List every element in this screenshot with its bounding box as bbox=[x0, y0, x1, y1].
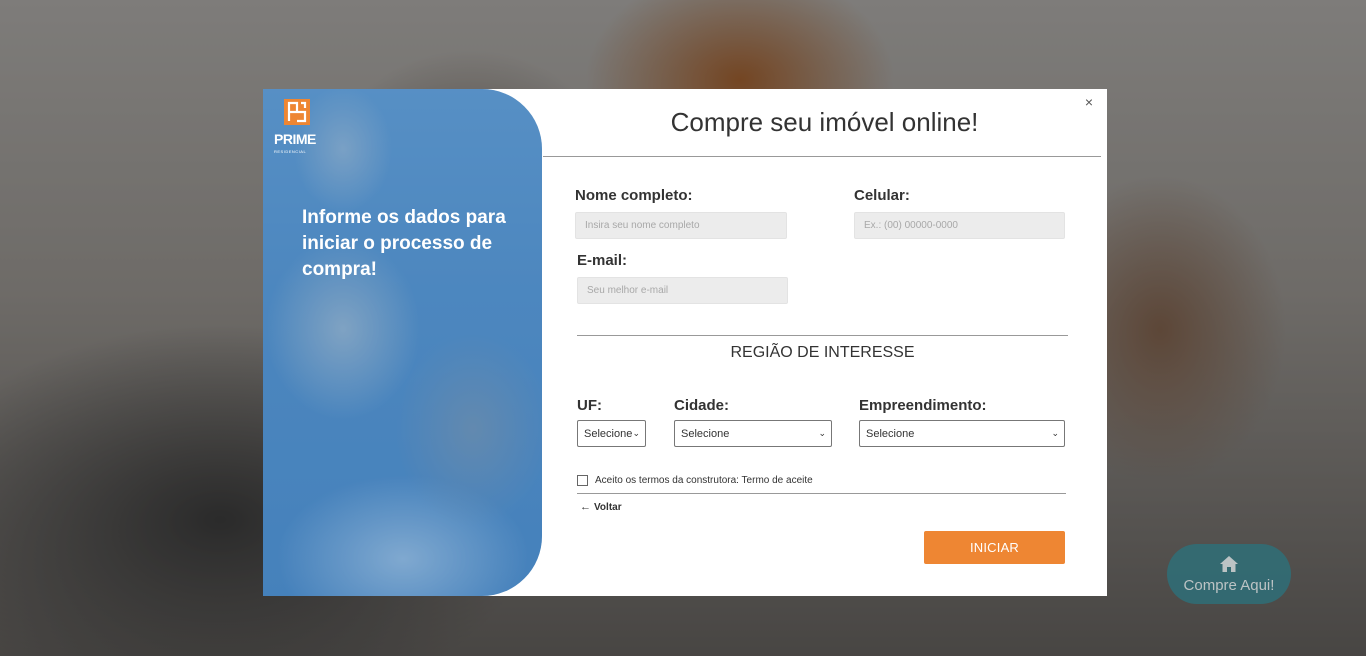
name-label: Nome completo: bbox=[575, 187, 693, 204]
chevron-down-icon: ⌄ bbox=[1051, 428, 1059, 438]
city-select[interactable]: Selecione ⌄ bbox=[674, 420, 832, 447]
terms-checkbox[interactable] bbox=[577, 475, 588, 486]
buy-here-button[interactable]: Compre Aqui! bbox=[1167, 544, 1291, 604]
chevron-down-icon: ⌄ bbox=[818, 428, 826, 438]
title-divider bbox=[543, 156, 1101, 157]
email-label: E-mail: bbox=[577, 252, 628, 269]
city-label: Cidade: bbox=[674, 397, 730, 414]
family-image-panel: PRIME RESIDENCIAL Informe os dados para … bbox=[263, 89, 542, 596]
phone-label: Celular: bbox=[854, 187, 910, 204]
buy-here-label: Compre Aqui! bbox=[1183, 576, 1275, 594]
uf-select-value: Selecione bbox=[584, 427, 633, 440]
project-select-value: Selecione bbox=[866, 427, 915, 440]
form-area: × Compre seu imóvel online! Nome complet… bbox=[542, 89, 1107, 596]
name-input[interactable] bbox=[575, 212, 787, 239]
prime-logo: PRIME RESIDENCIAL bbox=[274, 99, 324, 154]
prime-logo-mark bbox=[284, 99, 310, 125]
project-label: Empreendimento: bbox=[859, 397, 987, 414]
uf-select[interactable]: Selecione ⌄ bbox=[577, 420, 646, 447]
panel-headline: Informe os dados para iniciar o processo… bbox=[302, 207, 506, 280]
purchase-modal: PRIME RESIDENCIAL Informe os dados para … bbox=[263, 89, 1107, 596]
prime-logo-text: PRIME bbox=[274, 131, 316, 147]
email-input[interactable] bbox=[577, 277, 788, 304]
region-title: REGIÃO DE INTERESSE bbox=[730, 344, 915, 361]
modal-title: Compre seu imóvel online! bbox=[670, 107, 979, 137]
start-button[interactable]: INICIAR bbox=[924, 531, 1065, 564]
terms-row: Aceito os termos da construtora: Termo d… bbox=[577, 475, 813, 486]
terms-text[interactable]: Aceito os termos da construtora: Termo d… bbox=[595, 475, 813, 486]
home-icon bbox=[1220, 555, 1238, 572]
back-link[interactable]: ← Voltar bbox=[580, 501, 622, 513]
uf-label: UF: bbox=[577, 397, 602, 414]
phone-input[interactable] bbox=[854, 212, 1065, 239]
chevron-down-icon: ⌄ bbox=[632, 428, 640, 438]
terms-divider bbox=[577, 493, 1066, 494]
project-select[interactable]: Selecione ⌄ bbox=[859, 420, 1065, 447]
arrow-left-icon: ← bbox=[580, 501, 591, 513]
region-divider bbox=[577, 335, 1068, 336]
prime-logo-subtext: RESIDENCIAL bbox=[274, 149, 307, 154]
back-label: Voltar bbox=[594, 501, 622, 513]
city-select-value: Selecione bbox=[681, 427, 730, 440]
